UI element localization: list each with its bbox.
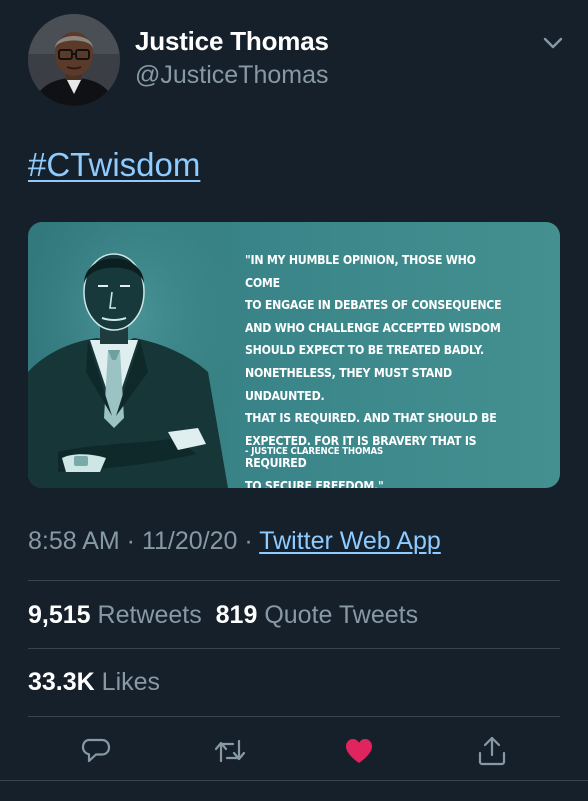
quote-attribution: - JUSTICE CLARENCE THOMAS [245, 446, 384, 457]
meta-separator: · [237, 527, 260, 555]
portrait-illustration [28, 222, 248, 488]
retweets-label: Retweets [97, 601, 202, 629]
display-name[interactable]: Justice Thomas [135, 26, 329, 57]
avatar[interactable] [28, 14, 120, 106]
heart-icon[interactable] [343, 735, 375, 767]
next-reply-edge [0, 780, 588, 801]
tweet-time[interactable]: 8:58 AM [28, 527, 120, 555]
engagement-row: 9,515 Retweets 819 Quote Tweets [28, 601, 418, 630]
retweets-stat[interactable]: 9,515 Retweets [28, 601, 202, 629]
likes-stat[interactable]: 33.3K Likes [28, 668, 160, 697]
share-icon[interactable] [476, 735, 508, 767]
quote-tweets-label: Quote Tweets [264, 601, 419, 629]
divider [28, 716, 560, 717]
quote-tweets-count: 819 [215, 601, 258, 629]
handle[interactable]: @JusticeThomas [135, 61, 329, 90]
divider [28, 580, 560, 581]
divider [28, 648, 560, 649]
tweet-timestamp: 8:58 AM · 11/20/20 · Twitter Web App [28, 527, 441, 556]
retweets-count: 9,515 [28, 601, 91, 629]
reply-icon[interactable] [80, 735, 112, 767]
meta-separator: · [119, 527, 142, 555]
hashtag-link[interactable]: #CTwisdom [28, 146, 200, 184]
likes-label: Likes [101, 668, 161, 696]
chevron-down-icon[interactable] [542, 34, 564, 52]
likes-count: 33.3K [28, 668, 95, 696]
quote-tweets-stat[interactable]: 819 Quote Tweets [216, 601, 418, 629]
tweet-detail: Justice Thomas @JusticeThomas #CTwisdom [0, 0, 588, 800]
tweet-source-link[interactable]: Twitter Web App [259, 527, 441, 555]
profile-photo [28, 14, 120, 106]
tweet-media-image[interactable]: "IN MY HUMBLE OPINION, THOSE WHO COME TO… [28, 222, 560, 488]
retweet-icon[interactable] [213, 735, 247, 767]
tweet-date[interactable]: 11/20/20 [142, 527, 237, 555]
